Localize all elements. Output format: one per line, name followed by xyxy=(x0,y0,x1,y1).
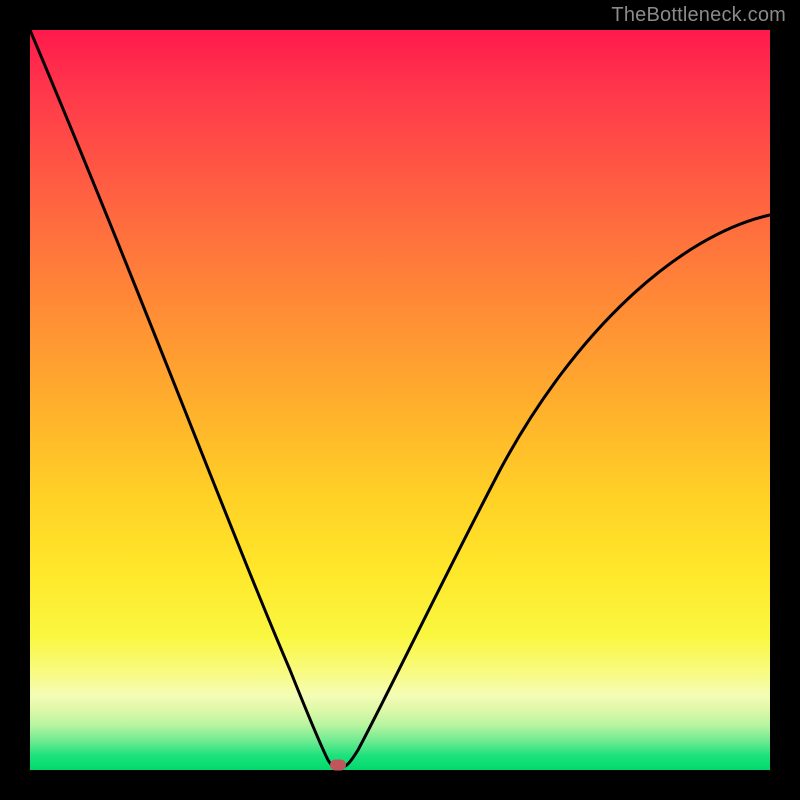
curve-path xyxy=(30,30,770,767)
optimal-point-marker xyxy=(330,760,346,771)
chart-frame: TheBottleneck.com xyxy=(0,0,800,800)
watermark-text: TheBottleneck.com xyxy=(611,4,786,27)
bottleneck-curve xyxy=(30,30,770,770)
plot-area xyxy=(30,30,770,770)
